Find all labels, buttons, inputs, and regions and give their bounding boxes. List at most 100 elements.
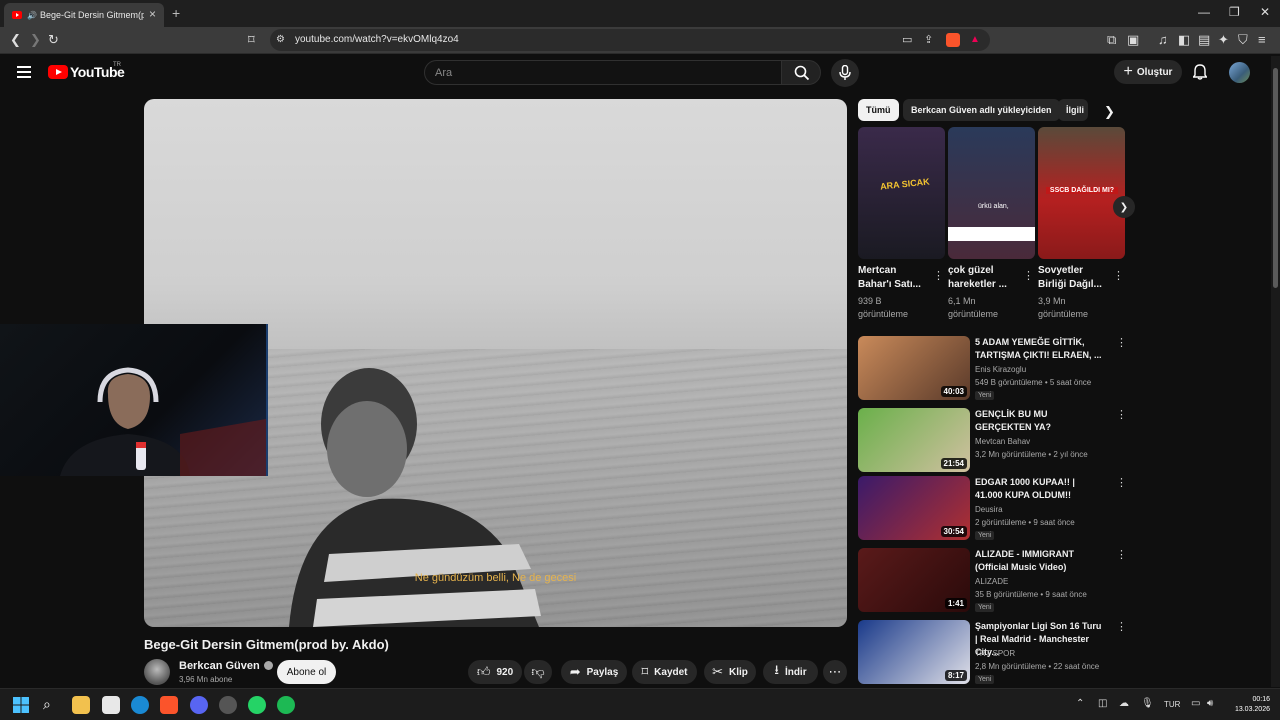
more-vert-icon[interactable]: ⋮ xyxy=(1116,548,1127,561)
browser-tab[interactable]: 🔊 Bege-Git Dersin Gitmem(prod. by. Akdo)… xyxy=(4,3,164,27)
discord-icon[interactable] xyxy=(190,696,208,714)
like-button[interactable]: 👍︎ 920 xyxy=(468,660,522,684)
clip-button[interactable]: ✂ Klip xyxy=(704,660,756,684)
more-vert-icon[interactable]: ⋮ xyxy=(1113,269,1124,282)
wallet-icon[interactable]: ▤ xyxy=(1198,32,1210,48)
spotify-icon[interactable] xyxy=(277,696,295,714)
edge-icon[interactable] xyxy=(131,696,149,714)
page-scrollbar[interactable] xyxy=(1271,56,1280,687)
recommendation-channel[interactable]: Enis Kirazoglu xyxy=(975,365,1026,374)
tray-cloud-icon[interactable]: ☁ xyxy=(1119,698,1129,709)
back-icon[interactable]: ❮ xyxy=(10,32,21,48)
whatsapp-icon[interactable] xyxy=(248,696,266,714)
brave-shield-icon[interactable] xyxy=(946,33,960,47)
speaker-icon[interactable]: 🔊 xyxy=(27,11,37,20)
recommendation-channel[interactable]: ALIZADE xyxy=(975,577,1008,586)
new-tab-icon[interactable]: + xyxy=(172,5,180,21)
sidebar-icon[interactable]: ◧ xyxy=(1178,32,1190,48)
recommendation-item[interactable]: 8:17 Şampiyonlar Ligi Son 16 Turu | Real… xyxy=(858,620,1128,684)
save-button[interactable]: ⌑ Kaydet xyxy=(632,660,697,684)
more-vert-icon[interactable]: ⋮ xyxy=(933,269,944,282)
tray-mic-icon[interactable]: 🎙︎ xyxy=(1141,698,1154,709)
recommendation-channel[interactable]: Deusira xyxy=(975,505,1003,514)
volume-icon[interactable]: 🔊︎ xyxy=(1207,698,1213,709)
dislike-button[interactable]: 👎︎ xyxy=(524,660,552,684)
recommendation-thumbnail[interactable]: 30:54 xyxy=(858,476,970,540)
search-input[interactable]: Ara xyxy=(424,60,782,85)
address-bar[interactable]: ⚙ youtube.com/watch?v=ekvOMlq4zo4 ▭ ⇪ ▲ xyxy=(270,29,990,51)
store-icon[interactable] xyxy=(102,696,120,714)
brave-icon[interactable] xyxy=(160,696,178,714)
recommendation-channel[interactable]: Mevtcan Bahav xyxy=(975,437,1030,446)
recommendation-title[interactable]: 5 ADAM YEMEĞE GİTTİK, TARTIŞMA ÇIKTI! EL… xyxy=(975,336,1103,362)
notifications-bell-icon[interactable] xyxy=(1193,64,1207,80)
recommendation-thumbnail[interactable]: 40:03 xyxy=(858,336,970,400)
network-icon[interactable]: ▭ xyxy=(1191,698,1200,709)
short-thumbnail[interactable]: SSCB DAĞILDI MI? xyxy=(1038,127,1125,259)
leo-ai-icon[interactable]: ✦ xyxy=(1218,32,1229,48)
share-button[interactable]: ➦ Paylaş xyxy=(561,660,627,684)
short-title[interactable]: Sovyetler Birliği Dağıl... xyxy=(1038,264,1108,292)
language-indicator[interactable]: TUR xyxy=(1164,700,1180,709)
short-thumbnail[interactable]: ürkü alan, xyxy=(948,127,1035,259)
recommendation-thumbnail[interactable]: 8:17 xyxy=(858,620,970,684)
short-item[interactable]: ARA SICAK Mertcan Bahar'ı Satı... 939 B g… xyxy=(858,127,945,321)
recommendation-title[interactable]: GENÇLİK BU MU GERÇEKTEN YA? xyxy=(975,408,1103,434)
tray-overflow-icon[interactable]: ⌃ xyxy=(1076,698,1084,709)
share-icon[interactable]: ⇪ xyxy=(924,32,933,48)
voice-search-button[interactable] xyxy=(831,59,859,87)
site-settings-icon[interactable]: ⚙ xyxy=(276,32,285,48)
chips-next-icon[interactable]: ❯ xyxy=(1104,104,1115,120)
recommendation-item[interactable]: 1:41 ALIZADE - IMMIGRANT (Official Music… xyxy=(858,548,1128,612)
more-vert-icon[interactable]: ⋮ xyxy=(1116,476,1127,489)
screenshot-icon[interactable]: ▣ xyxy=(1127,32,1139,48)
bookmark-icon[interactable]: ⌑ xyxy=(248,32,255,48)
recommendation-title[interactable]: EDGAR 1000 KUPAA!! | 41.000 KUPA OLDUM!! xyxy=(975,476,1103,502)
recommendation-item[interactable]: 40:03 5 ADAM YEMEĞE GİTTİK, TARTIŞMA ÇIK… xyxy=(858,336,1128,400)
reload-icon[interactable]: ↻ xyxy=(48,32,59,48)
taskbar-search-icon[interactable]: ⌕ xyxy=(43,696,61,714)
shorts-next-button[interactable]: ❯ xyxy=(1113,196,1135,218)
rewards-icon[interactable]: ▲ xyxy=(970,32,980,48)
vpn-icon[interactable]: ⛉ xyxy=(1238,32,1248,48)
user-avatar[interactable] xyxy=(1229,62,1250,83)
cast-icon[interactable]: ▭ xyxy=(902,32,912,48)
recommendation-item[interactable]: 30:54 EDGAR 1000 KUPAA!! | 41.000 KUPA O… xyxy=(858,476,1128,540)
extensions-icon[interactable]: ⧉ xyxy=(1107,32,1116,48)
youtube-logo-icon[interactable] xyxy=(48,65,68,79)
more-vert-icon[interactable]: ⋮ xyxy=(1023,269,1034,282)
minimize-icon[interactable]: — xyxy=(1198,5,1210,19)
chip-all[interactable]: Tümü xyxy=(858,99,899,121)
close-window-icon[interactable]: ✕ xyxy=(1260,5,1270,19)
forward-icon[interactable]: ❯ xyxy=(30,32,41,48)
short-title[interactable]: Mertcan Bahar'ı Satı... xyxy=(858,264,928,292)
app-icon[interactable] xyxy=(219,696,237,714)
hamburger-menu-icon[interactable] xyxy=(17,66,31,78)
recommendation-item[interactable]: 21:54 GENÇLİK BU MU GERÇEKTEN YA? Mevtca… xyxy=(858,408,1128,472)
create-button[interactable]: + Oluştur xyxy=(1114,60,1182,84)
media-icon[interactable]: ♫ xyxy=(1158,32,1168,48)
chip-from-uploader[interactable]: Berkcan Güven adlı yükleyiciden xyxy=(903,99,1060,121)
channel-name[interactable]: Berkcan Güven xyxy=(179,660,273,672)
download-button[interactable]: ⭳ İndir xyxy=(763,660,818,684)
more-actions-button[interactable]: ⋯ xyxy=(823,660,847,684)
restore-icon[interactable]: ❐ xyxy=(1229,5,1240,19)
more-vert-icon[interactable]: ⋮ xyxy=(1116,620,1127,633)
short-thumbnail[interactable]: ARA SICAK xyxy=(858,127,945,259)
short-item[interactable]: SSCB DAĞILDI MI? Sovyetler Birliği Dağıl… xyxy=(1038,127,1125,321)
more-vert-icon[interactable]: ⋮ xyxy=(1116,408,1127,421)
chip-related[interactable]: İlgili xyxy=(1058,99,1088,121)
short-item[interactable]: ürkü alan, çok güzel hareketler ... 6,1 … xyxy=(948,127,1035,321)
more-vert-icon[interactable]: ⋮ xyxy=(1116,336,1127,349)
recommendation-channel[interactable]: TRT SPOR xyxy=(975,649,1015,658)
short-title[interactable]: çok güzel hareketler ... xyxy=(948,264,1018,292)
browser-menu-icon[interactable]: ≡ xyxy=(1258,32,1266,48)
subscribe-button[interactable]: Abone ol xyxy=(277,660,336,684)
windows-start-icon[interactable] xyxy=(12,696,30,714)
scrollbar-thumb[interactable] xyxy=(1273,68,1278,288)
taskbar-clock[interactable]: 00:16 13.03.2026 xyxy=(1222,695,1270,715)
tray-app-icon[interactable]: ◫ xyxy=(1098,698,1107,709)
recommendation-thumbnail[interactable]: 21:54 xyxy=(858,408,970,472)
recommendation-thumbnail[interactable]: 1:41 xyxy=(858,548,970,612)
file-explorer-icon[interactable] xyxy=(72,696,90,714)
